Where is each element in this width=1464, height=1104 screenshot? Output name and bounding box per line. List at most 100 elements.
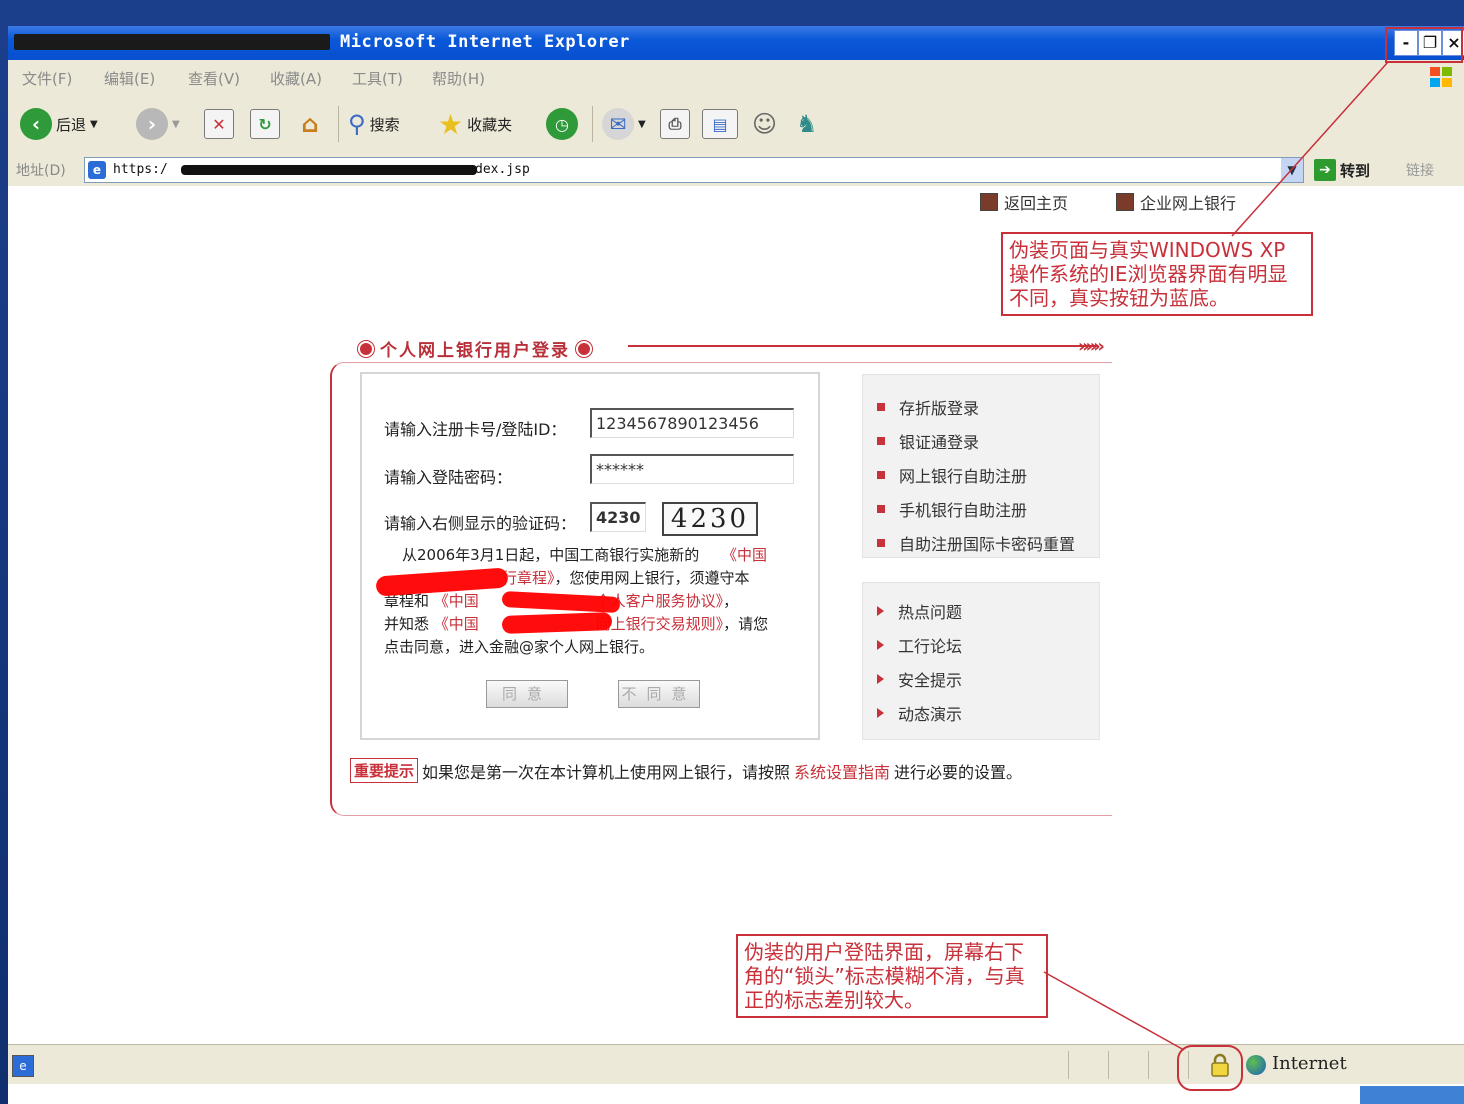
mail-icon: ✉ (602, 108, 634, 140)
side-link-forum[interactable]: 工行论坛 (877, 633, 962, 657)
address-input[interactable]: e https:/ dex.jsp ▼ (84, 157, 1304, 183)
agreement-text-2: ，您使用网上银行，须遵守本 (554, 569, 750, 587)
lock-icon[interactable] (1210, 1053, 1230, 1077)
stop-button[interactable]: ✕ (204, 104, 234, 144)
security-zone-label: Internet (1272, 1053, 1347, 1074)
search-icon: ⚲ (348, 110, 366, 138)
home-link-icon (980, 193, 998, 211)
menu-tools[interactable]: 工具(T) (352, 68, 403, 89)
forward-button[interactable]: › ▼ (136, 104, 180, 144)
side-link-passbook-login[interactable]: 存折版登录 (877, 395, 979, 419)
agreement-text-3-end: ， (723, 592, 739, 610)
print-button[interactable]: ⎙ (660, 104, 690, 144)
bullet-triangle-icon (877, 640, 884, 650)
address-url-suffix: dex.jsp (475, 162, 530, 177)
history-button[interactable]: ◷ (546, 104, 578, 144)
taskbar (8, 1084, 1464, 1104)
login-form: 请输入注册卡号/登陆ID： 请输入登陆密码： 请输入右侧显示的验证码： 4230… (360, 372, 820, 740)
search-button[interactable]: ⚲ 搜索 (348, 104, 400, 144)
side-link-securities-login[interactable]: 银证通登录 (877, 429, 979, 453)
windows-logo-icon (1430, 67, 1452, 87)
minimize-button[interactable]: - (1394, 30, 1418, 56)
status-separator (1188, 1051, 1189, 1079)
side-link-online-register[interactable]: 网上银行自助注册 (877, 463, 1027, 487)
address-label: 地址(D) (16, 163, 66, 179)
trade-rules-link-start[interactable]: 《中国 (434, 615, 479, 633)
bank-charter-link-start[interactable]: 《中国 (704, 546, 767, 564)
side-link-label: 银证通登录 (899, 433, 980, 452)
setup-guide-link[interactable]: 系统设置指南 (794, 759, 890, 783)
captcha-image: 4230 (662, 502, 758, 536)
agree-button[interactable]: 同意 (486, 680, 568, 708)
menu-file[interactable]: 文件(F) (22, 68, 72, 89)
bullet-square-icon (877, 539, 885, 547)
menu-favorites[interactable]: 收藏(A) (270, 68, 322, 89)
help-panel: 热点问题 工行论坛 安全提示 动态演示 (862, 582, 1100, 740)
password-input[interactable] (590, 454, 794, 484)
address-dropdown-icon[interactable]: ▼ (1281, 158, 1303, 182)
bullet-square-icon (877, 403, 885, 411)
side-link-label: 热点问题 (898, 603, 963, 622)
side-link-security-tips[interactable]: 安全提示 (877, 667, 962, 691)
side-link-demo[interactable]: 动态演示 (877, 701, 962, 725)
bullet-dot-icon (576, 340, 592, 357)
annotation-browser-chrome: 伪装页面与真实WINDOWS XP操作系统的IE浏览器界面有明显不同，真实按钮为… (1001, 232, 1313, 316)
side-link-card-password-reset[interactable]: 自助注册国际卡密码重置 (877, 531, 1075, 555)
bullet-square-icon (877, 471, 885, 479)
agreement-intro: 从2006年3月1日起，中国工商银行实施新的 (402, 546, 700, 564)
refresh-button[interactable]: ↻ (250, 104, 280, 144)
bullet-triangle-icon (877, 606, 884, 616)
side-link-label: 自助注册国际卡密码重置 (899, 535, 1076, 554)
window-title: Microsoft Internet Explorer (340, 32, 630, 52)
bullet-triangle-icon (877, 674, 884, 684)
bank-charter-link-end[interactable]: 行章程》 (502, 569, 555, 587)
system-tray[interactable] (1360, 1086, 1464, 1104)
agreement-text-5: 点击同意，进入金融@家个人网上银行。 (384, 638, 655, 656)
home-link[interactable]: 返回主页 (980, 190, 1068, 214)
edit-button[interactable]: ▤ (702, 104, 738, 144)
disagree-button[interactable]: 不同意 (618, 680, 700, 708)
important-notice: 重要提示 如果您是第一次在本计算机上使用网上银行，请按照 系统设置指南 进行必要… (350, 758, 1022, 783)
close-button[interactable]: × (1442, 30, 1464, 56)
card-number-label: 请输入注册卡号/登陆ID： (384, 420, 567, 439)
menu-edit[interactable]: 编辑(E) (104, 68, 155, 89)
password-label: 请输入登陆密码： (384, 468, 513, 487)
notice-text-end: 进行必要的设置。 (894, 762, 1023, 782)
menu-help[interactable]: 帮助(H) (432, 68, 485, 89)
url-redaction (181, 165, 477, 175)
go-button[interactable]: ➔ 转到 (1314, 157, 1370, 183)
search-label: 搜索 (369, 115, 400, 134)
service-agreement-link-start[interactable]: 《中国 (434, 592, 479, 610)
agreement-text-4-end: ，请您 (723, 615, 769, 633)
title-bar[interactable]: Microsoft Internet Explorer - ❐ × (8, 26, 1464, 60)
toolbar-separator (592, 106, 593, 142)
status-separator (1068, 1051, 1069, 1079)
menu-view[interactable]: 查看(V) (188, 68, 240, 89)
red-scribble-redaction (501, 612, 613, 634)
toolbar: ‹ 后退 ▼ › ▼ ✕ ↻ ⌂ ⚲ 搜索 ★ 收藏夹 ◷ ✉ ▼ ⎙ ▤ ☺ … (8, 94, 1464, 155)
links-button[interactable]: 链接 (1406, 160, 1434, 180)
login-options-panel: 存折版登录 银证通登录 网上银行自助注册 手机银行自助注册 自助注册国际卡密码重… (862, 374, 1100, 558)
card-number-input[interactable] (590, 408, 794, 438)
edit-page-icon: ▤ (702, 109, 738, 139)
captcha-input[interactable] (590, 502, 646, 532)
back-label: 后退 (56, 115, 87, 134)
page-status-icon: e (12, 1055, 34, 1077)
captcha-label: 请输入右侧显示的验证码： (384, 514, 577, 533)
back-button[interactable]: ‹ 后退 ▼ (20, 104, 98, 144)
research-button[interactable]: ♞ (796, 104, 818, 144)
people-icon: ♞ (796, 110, 818, 138)
notice-text: 如果您是第一次在本计算机上使用网上银行，请按照 (422, 762, 791, 782)
web-page: 返回主页 企业网上银行 伪装页面与真实WINDOWS XP操作系统的IE浏览器界… (8, 186, 1464, 1044)
corporate-banking-link[interactable]: 企业网上银行 (1116, 190, 1236, 214)
home-icon: ⌂ (301, 110, 319, 138)
history-icon: ◷ (546, 108, 578, 140)
side-link-mobile-register[interactable]: 手机银行自助注册 (877, 497, 1027, 521)
corporate-link-icon (1116, 193, 1134, 211)
messenger-button[interactable]: ☺ (752, 104, 777, 144)
favorites-button[interactable]: ★ 收藏夹 (438, 104, 512, 144)
side-link-faq[interactable]: 热点问题 (877, 599, 962, 623)
restore-button[interactable]: ❐ (1418, 30, 1442, 56)
home-button[interactable]: ⌂ (296, 104, 324, 144)
mail-button[interactable]: ✉ ▼ (602, 104, 646, 144)
